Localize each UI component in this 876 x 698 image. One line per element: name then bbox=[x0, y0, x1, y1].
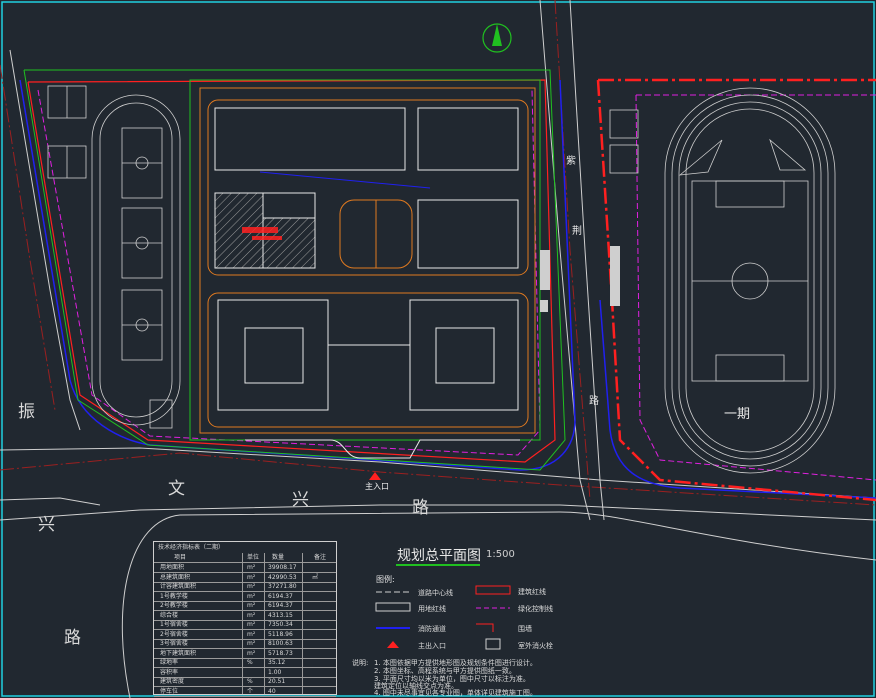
land-red-line bbox=[27, 79, 556, 463]
road-label-lu2: 路 bbox=[412, 498, 429, 518]
legend-item: 主出入口 bbox=[418, 642, 446, 650]
drawing-title: 规划总平面图 bbox=[397, 548, 481, 564]
legend-item: 绿化控制线 bbox=[518, 605, 553, 613]
table-row: 停车位 个 40 bbox=[154, 687, 336, 697]
table-cell: m² bbox=[247, 583, 256, 590]
note-line: 4. 图中未尽事宜见各专业图，单体详见建筑施工图。 bbox=[374, 689, 537, 697]
table-cell: 39908.17 bbox=[268, 564, 297, 571]
table-cell: 1号宿舍楼 bbox=[160, 621, 188, 628]
table-cell: m² bbox=[247, 573, 256, 581]
road-label-xing2: 兴 bbox=[292, 490, 309, 510]
table-header-row: 项目 单位 数量 备注 bbox=[154, 553, 336, 563]
table-cell: 35.12 bbox=[268, 659, 286, 666]
table-cell: ㎡ bbox=[312, 573, 319, 581]
table-cell: 42990.53 bbox=[268, 573, 297, 581]
table-cell: m² bbox=[247, 564, 256, 571]
side-road-label-1: 紫 bbox=[566, 156, 576, 167]
table-header-cell: 单位 bbox=[247, 554, 260, 561]
table-cell: 个 bbox=[247, 687, 254, 695]
table-cell: m² bbox=[247, 621, 256, 628]
table-cell: 停车位 bbox=[160, 687, 179, 695]
road-label-wen: 文 bbox=[168, 479, 185, 499]
main-entrance-icon bbox=[369, 472, 381, 480]
table-header-cell: 项目 bbox=[174, 554, 187, 561]
table-cell: 37271.80 bbox=[268, 583, 297, 590]
table-row: 2号宿舍楼 m² 5118.96 bbox=[154, 630, 336, 640]
table-cell: m² bbox=[247, 592, 256, 600]
table-cell: 计容建筑面积 bbox=[160, 583, 197, 590]
notes-label: 说明: bbox=[352, 659, 369, 667]
table-cell: 5718.73 bbox=[268, 649, 293, 657]
table-cell: 用地面积 bbox=[160, 564, 185, 571]
table-cell: % bbox=[247, 678, 253, 685]
table-cell: 3号宿舍楼 bbox=[160, 640, 188, 647]
legend-item: 消防通道 bbox=[418, 625, 446, 633]
table-cell: 4313.15 bbox=[268, 611, 293, 619]
table-cell: 建筑密度 bbox=[160, 678, 185, 685]
table-cell: 7350.34 bbox=[268, 621, 293, 628]
table-row: 2号教学楼 m² 6194.37 bbox=[154, 601, 336, 611]
table-header-cell: 备注 bbox=[314, 554, 327, 561]
legend-item: 建筑红线 bbox=[518, 588, 546, 596]
table-cell: 6194.37 bbox=[268, 602, 293, 609]
table-cell: 1.00 bbox=[268, 668, 282, 676]
side-road-label-3: 路 bbox=[589, 396, 599, 407]
table-cell: 8100.63 bbox=[268, 640, 293, 647]
table-row: 综合楼 m² 4313.15 bbox=[154, 611, 336, 621]
table-row: 地下建筑面积 m² 5718.73 bbox=[154, 649, 336, 659]
title-underline bbox=[396, 564, 480, 566]
table-cell: 地下建筑面积 bbox=[160, 649, 197, 657]
table-title: 技术经济指标表（二期） bbox=[158, 544, 225, 551]
road-label-zhen: 振 bbox=[18, 402, 35, 422]
legend-item: 围墙 bbox=[518, 625, 532, 633]
table-cell: m² bbox=[247, 630, 256, 638]
table-cell: 20.51 bbox=[268, 678, 286, 685]
table-row: 计容建筑面积 m² 37271.80 bbox=[154, 582, 336, 592]
technical-index-table: 技术经济指标表（二期） 项目 单位 数量 备注 用地面积 m² 39908.17 总建… bbox=[153, 541, 337, 697]
legend-item: 用地红线 bbox=[418, 605, 446, 613]
table-row: 用地面积 m² 39908.17 bbox=[154, 563, 336, 573]
legend-item: 室外消火栓 bbox=[518, 642, 553, 650]
table-cell: 5118.96 bbox=[268, 630, 293, 638]
road-label-lu: 路 bbox=[64, 628, 81, 648]
table-cell: 综合楼 bbox=[160, 611, 179, 619]
table-cell: 6194.37 bbox=[268, 592, 293, 600]
table-row: 3号宿舍楼 m² 8100.63 bbox=[154, 639, 336, 649]
table-cell: 容积率 bbox=[160, 668, 179, 676]
side-road-label-2: 荆 bbox=[572, 226, 582, 237]
table-cell: m² bbox=[247, 602, 256, 609]
road-label-xing: 兴 bbox=[38, 515, 55, 535]
building-outlines bbox=[189, 79, 541, 459]
table-row: 容积率 1.00 bbox=[154, 668, 336, 678]
table-cell: 总建筑面积 bbox=[160, 573, 191, 581]
table-cell: m² bbox=[247, 611, 256, 619]
table-row: 绿地率% 35.12 bbox=[154, 658, 336, 668]
table-cell: m² bbox=[247, 640, 256, 647]
table-row: 1号教学楼 m² 6194.37 bbox=[154, 592, 336, 602]
table-row: 建筑密度% 20.51 bbox=[154, 677, 336, 687]
table-row: 总建筑面积 m² 42990.53 ㎡ bbox=[154, 573, 336, 583]
drawing-scale: 1:500 bbox=[486, 549, 515, 560]
legend-title: 图例: bbox=[376, 575, 395, 584]
table-cell: 绿地率 bbox=[160, 659, 179, 666]
table-cell: 2号教学楼 bbox=[160, 602, 188, 609]
table-row: 1号宿舍楼 m² 7350.34 bbox=[154, 620, 336, 630]
table-cell: 40 bbox=[268, 687, 276, 695]
table-cell: m² bbox=[247, 649, 256, 657]
main-entrance-label: 主入口 bbox=[365, 482, 389, 491]
table-cell: 1号教学楼 bbox=[160, 592, 188, 600]
legend-item: 道路中心线 bbox=[418, 589, 453, 597]
table-cell: 2号宿舍楼 bbox=[160, 630, 188, 638]
north-arrow-icon bbox=[482, 23, 512, 53]
table-header-cell: 数量 bbox=[272, 554, 285, 561]
table-cell: % bbox=[247, 659, 253, 666]
phase-one-label: 一期 bbox=[724, 407, 751, 422]
